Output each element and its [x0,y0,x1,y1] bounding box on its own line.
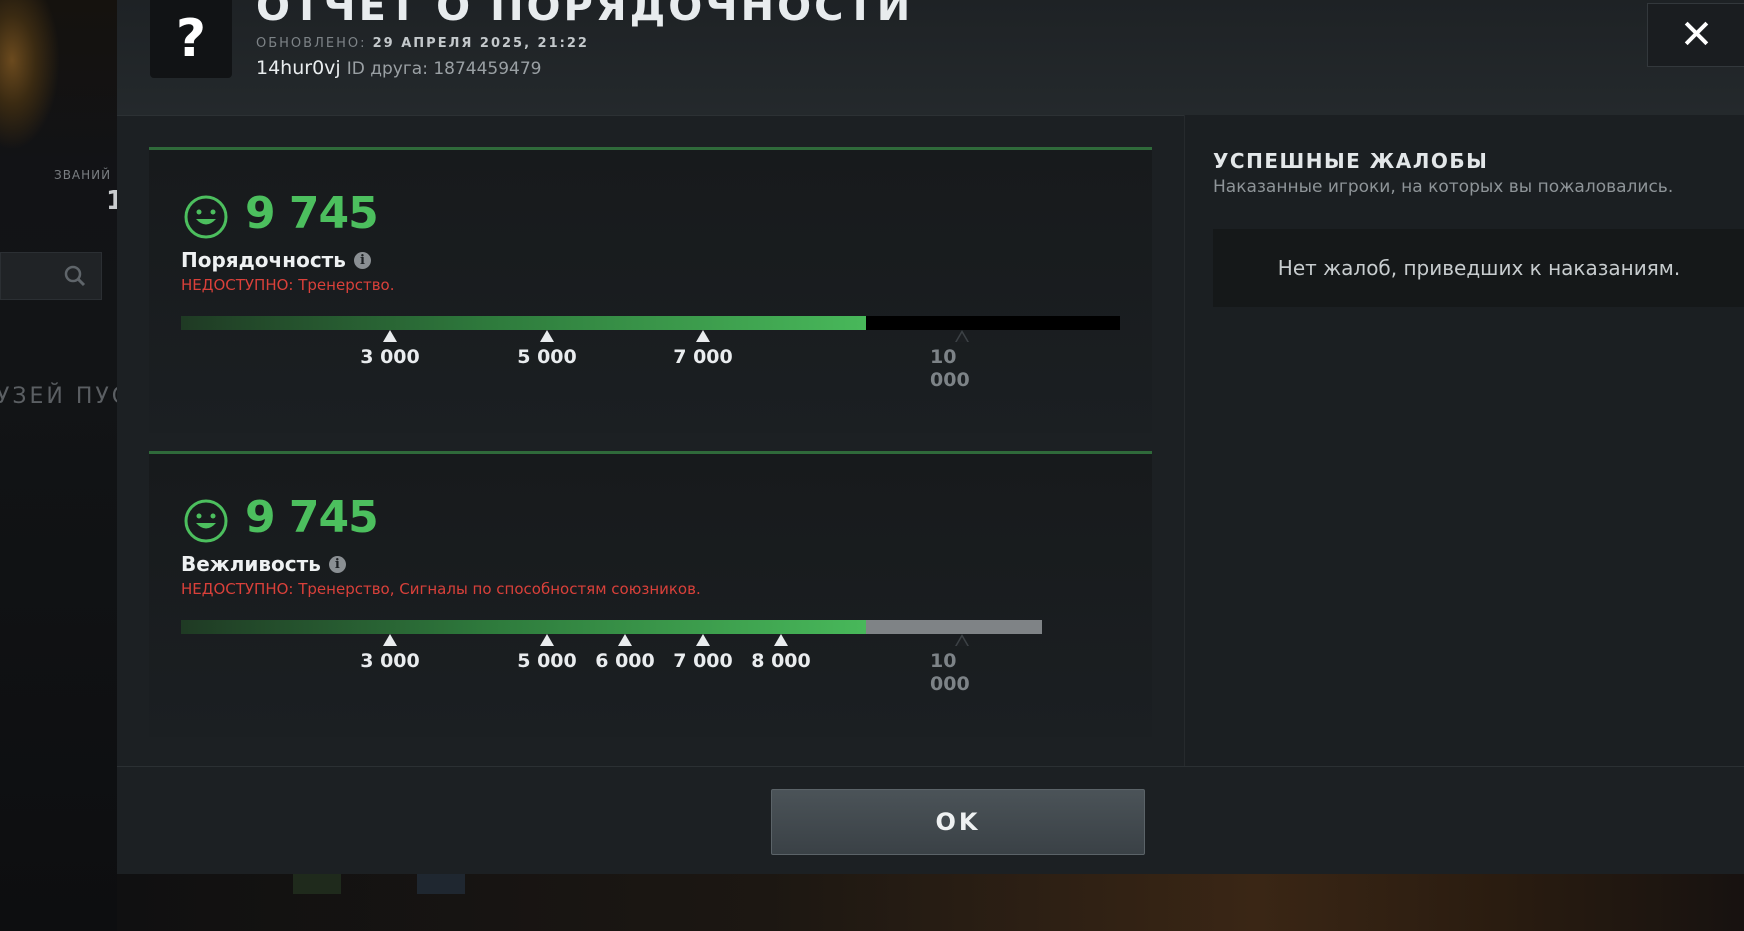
tick-label-max: 10 000 [930,650,970,696]
tick-label: 8 000 [751,650,811,672]
tick-label: 6 000 [595,650,655,672]
reports-empty-text: Нет жалоб, приведших к наказаниям. [1277,256,1681,280]
tick-label-max-line1: 10 [930,346,957,368]
conduct-label-row: Порядочность i [181,248,371,272]
username: 14hur0vj [256,57,341,79]
behavior-score-card: 9 745 Вежливость i НЕДОСТУПНО: Тренерств… [149,451,1152,737]
info-icon[interactable]: i [328,555,346,573]
info-icon[interactable]: i [353,251,371,269]
reports-subtitle: Наказанные игроки, на которых вы пожалов… [1213,177,1674,197]
friends-label: УЗЕЙ ПУС [0,384,131,409]
question-icon: ? [150,0,232,78]
tick-marker [774,634,788,646]
behavior-progress-fill [181,620,866,634]
conduct-progress-bar [181,316,1120,330]
reports-empty-box: Нет жалоб, приведших к наказаниям. [1213,229,1744,307]
behavior-score: 9 745 [245,492,379,543]
close-icon: ✕ [1679,12,1714,58]
reports-title: УСПЕШНЫЕ ЖАЛОБЫ [1213,149,1489,173]
conduct-progress-fill [181,316,866,330]
footer-divider [117,766,1744,767]
ok-button[interactable]: OK [771,789,1145,855]
hero-portrait [0,0,60,150]
conduct-label: Порядочность [181,248,346,272]
updated-line: ОБНОВЛЕНО: 29 АПРЕЛЯ 2025, 21:22 [256,36,589,51]
tick-label: 5 000 [517,346,577,368]
tick-label: 7 000 [673,346,733,368]
smiley-icon [183,194,229,244]
tick-marker [696,330,710,342]
tick-marker [618,634,632,646]
tick-label-max: 10 000 [930,346,970,392]
tick-label: 5 000 [517,650,577,672]
ok-button-label: OK [935,808,981,836]
background-thumbnail [293,874,341,894]
dialog-title: ОТЧЕТ О ПОРЯДОЧНОСТИ [256,0,914,30]
conduct-unavailable: НЕДОСТУПНО: Тренерство. [181,276,395,294]
updated-label: ОБНОВЛЕНО: [256,36,367,51]
successful-reports-panel: УСПЕШНЫЕ ЖАЛОБЫ Наказанные игроки, на ко… [1184,115,1744,766]
rank-label: ЗВАНИЙ [54,168,112,182]
behavior-label-row: Вежливость i [181,552,346,576]
tick-marker-max [955,634,969,646]
background-search-box [0,252,102,300]
dialog-header: ? ОТЧЕТ О ПОРЯДОЧНОСТИ ОБНОВЛЕНО: 29 АПР… [117,0,1744,116]
conduct-progress-track [866,316,1120,330]
tick-label-max-line1: 10 [930,650,957,672]
tick-label-max-line2: 000 [930,369,970,391]
tick-label-max-line2: 000 [930,673,970,695]
background-bottom-strip [117,874,1744,931]
behavior-progress-bar [181,620,1042,634]
tick-marker [540,330,554,342]
search-icon [63,264,87,292]
close-button[interactable]: ✕ [1647,3,1744,67]
tick-label: 3 000 [360,346,420,368]
tick-label: 7 000 [673,650,733,672]
background-thumbnail [417,874,465,894]
smiley-icon [183,498,229,548]
user-line: 14hur0vj ID друга: 1874459479 [256,57,542,79]
tick-label: 3 000 [360,650,420,672]
tick-marker-max [955,330,969,342]
updated-value: 29 АПРЕЛЯ 2025, 21:22 [372,36,589,51]
behavior-progress-track [866,620,1042,634]
conduct-score-card: 9 745 Порядочность i НЕДОСТУПНО: Тренерс… [149,147,1152,433]
tick-marker [383,330,397,342]
behavior-unavailable: НЕДОСТУПНО: Тренерство, Сигналы по спосо… [181,580,701,598]
tick-marker [696,634,710,646]
tick-marker [383,634,397,646]
conduct-score: 9 745 [245,188,379,239]
conduct-report-dialog: ? ОТЧЕТ О ПОРЯДОЧНОСТИ ОБНОВЛЕНО: 29 АПР… [117,0,1744,874]
behavior-label: Вежливость [181,552,321,576]
tick-marker [540,634,554,646]
friend-id: ID друга: 1874459479 [346,59,542,79]
